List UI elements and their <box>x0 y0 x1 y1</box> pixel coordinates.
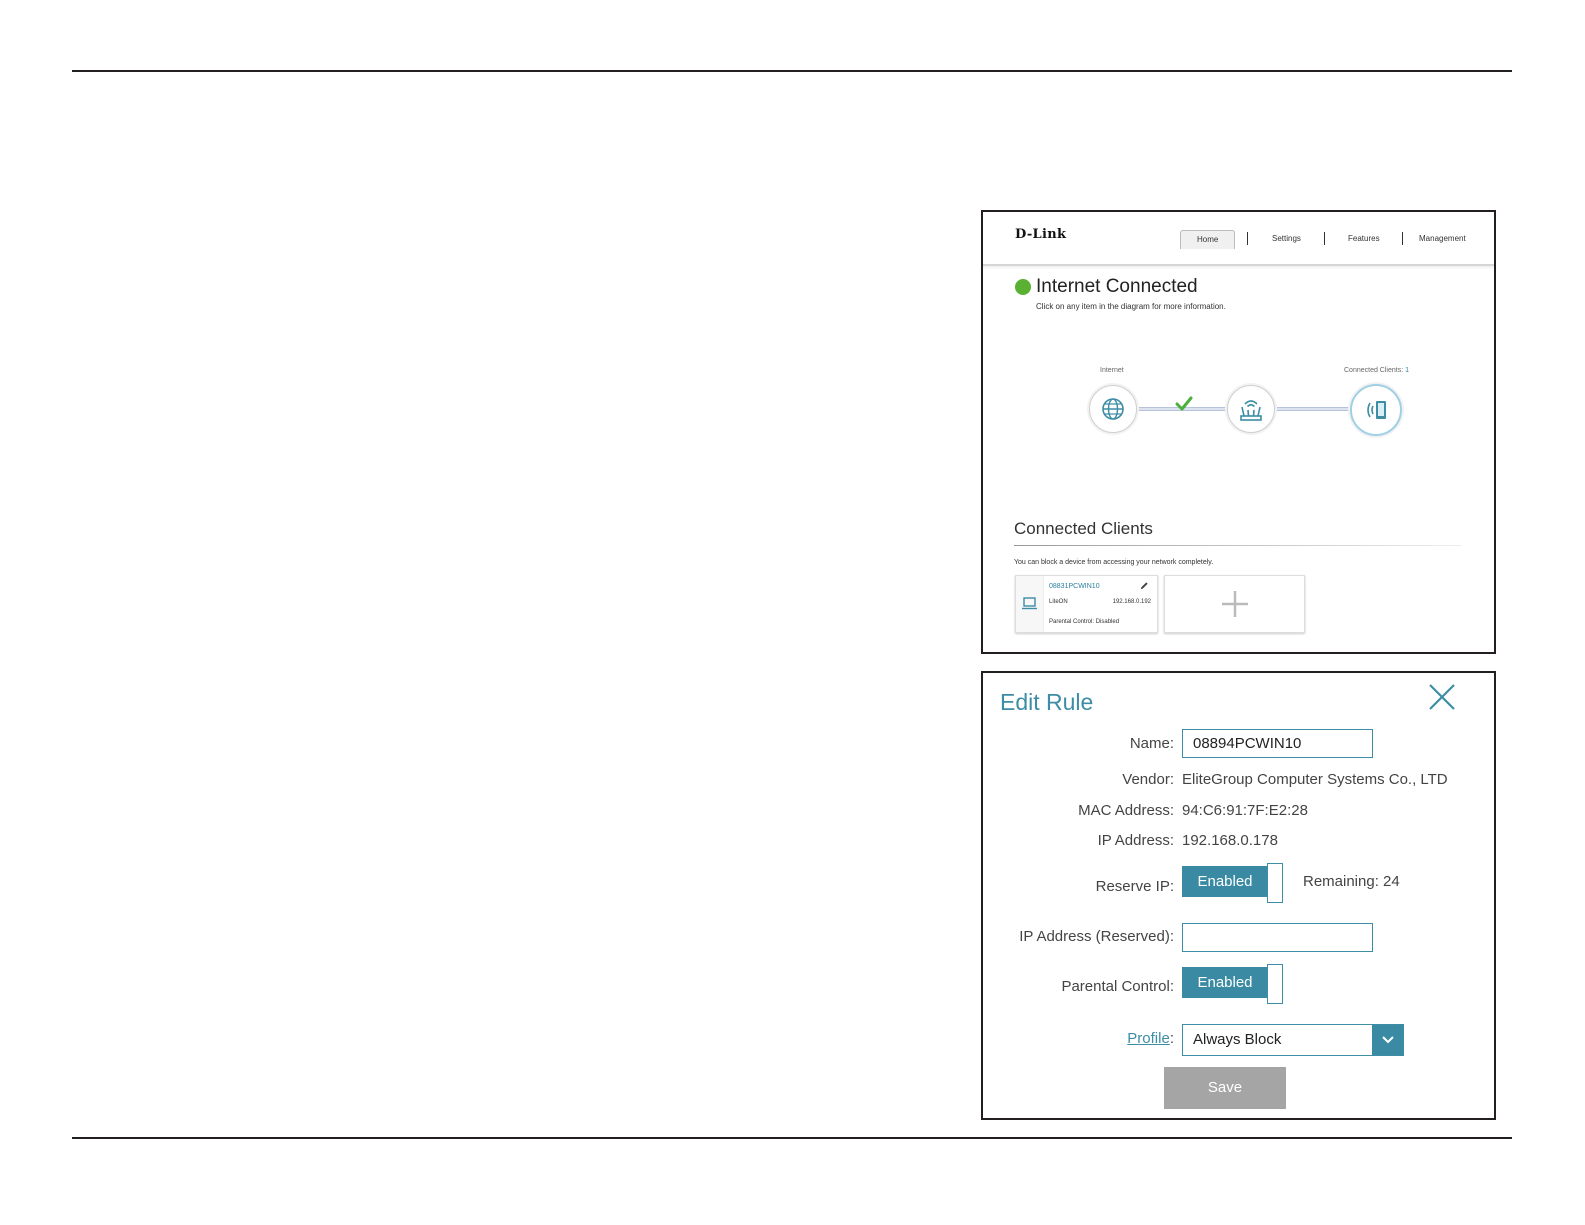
remaining-count: Remaining: 24 <box>1303 873 1400 890</box>
internet-label: Internet <box>1100 367 1124 374</box>
parental-control-label: Parental Control: <box>1061 978 1174 995</box>
status-indicator <box>1015 279 1031 295</box>
laptop-icon <box>1022 597 1037 610</box>
nav-divider <box>1402 232 1403 245</box>
nav-divider <box>1247 232 1248 245</box>
top-rule <box>72 70 1512 72</box>
header-bar: D-Link Home Settings Features Management <box>983 212 1494 266</box>
tab-settings[interactable]: Settings <box>1272 230 1301 248</box>
client-vendor: LiteON <box>1049 599 1068 605</box>
tab-home[interactable]: Home <box>1180 230 1236 249</box>
profile-select[interactable]: Always Block <box>1182 1024 1404 1056</box>
name-label: Name: <box>1129 735 1174 752</box>
mac-address-value: 94:C6:91:7F:E2:28 <box>1182 802 1308 819</box>
router-node[interactable] <box>1227 385 1275 433</box>
home-screenshot: D-Link Home Settings Features Management… <box>981 210 1496 654</box>
tab-features[interactable]: Features <box>1348 230 1380 248</box>
router-icon <box>1240 400 1262 421</box>
profile-label: Profile: <box>1127 1030 1174 1047</box>
tab-management[interactable]: Management <box>1419 230 1466 248</box>
client-name: 08831PCWIN10 <box>1049 583 1100 590</box>
globe-icon <box>1102 398 1124 420</box>
dropdown-button[interactable] <box>1372 1025 1403 1055</box>
client-card-side <box>1016 576 1044 632</box>
reserve-ip-toggle[interactable]: Enabled <box>1182 863 1283 903</box>
name-input[interactable] <box>1182 729 1373 758</box>
status-title: Internet Connected <box>1036 276 1198 297</box>
vendor-label: Vendor: <box>1122 771 1174 788</box>
client-ip: 192.168.0.192 <box>1112 599 1151 605</box>
check-icon <box>1175 396 1193 411</box>
edit-rule-dialog: Edit Rule Name: Vendor: EliteGroup Compu… <box>981 671 1496 1120</box>
connected-clients-label: Connected Clients: 1 <box>1344 367 1410 374</box>
client-card[interactable]: 08831PCWIN10 LiteON 192.168.0.192 Parent… <box>1015 575 1158 633</box>
connected-clients-title: Connected Clients <box>1014 519 1153 538</box>
bottom-rule <box>72 1137 1512 1139</box>
reserve-ip-label: Reserve IP: <box>1095 878 1174 895</box>
chevron-down-icon <box>1381 1036 1394 1044</box>
mac-address-label: MAC Address: <box>1078 802 1174 819</box>
clients-node[interactable] <box>1350 384 1402 436</box>
toggle-state: Enabled <box>1182 967 1268 998</box>
connection-line <box>1273 407 1353 411</box>
toggle-state: Enabled <box>1182 866 1268 897</box>
save-button[interactable]: Save <box>1164 1067 1286 1109</box>
close-icon[interactable] <box>1427 682 1457 712</box>
status-subtitle: Click on any item in the diagram for mor… <box>1036 302 1226 311</box>
parental-control-toggle[interactable]: Enabled <box>1182 964 1283 1004</box>
connected-clients-subtitle: You can block a device from accessing yo… <box>1014 559 1214 566</box>
dialog-title: Edit Rule <box>1000 689 1094 715</box>
toggle-knob <box>1267 964 1283 1004</box>
reserved-ip-input[interactable] <box>1182 923 1373 952</box>
wireless-device-icon <box>1367 401 1386 419</box>
section-divider <box>1014 545 1461 546</box>
reserved-ip-label: IP Address (Reserved): <box>1019 928 1174 945</box>
edit-pencil-icon[interactable] <box>1140 581 1149 590</box>
ip-address-value: 192.168.0.178 <box>1182 832 1278 849</box>
client-parental-status: Parental Control: Disabled <box>1049 619 1120 625</box>
toggle-knob <box>1267 863 1283 903</box>
dlink-logo: D-Link <box>1015 227 1067 242</box>
plus-icon <box>1221 591 1248 617</box>
ip-address-label: IP Address: <box>1097 832 1174 849</box>
profile-selected-value: Always Block <box>1193 1031 1282 1048</box>
profile-link[interactable]: Profile <box>1127 1030 1170 1047</box>
add-client-button[interactable] <box>1164 575 1305 633</box>
internet-node[interactable] <box>1089 385 1137 433</box>
vendor-value: EliteGroup Computer Systems Co., LTD <box>1182 771 1448 788</box>
nav-divider <box>1324 232 1325 245</box>
